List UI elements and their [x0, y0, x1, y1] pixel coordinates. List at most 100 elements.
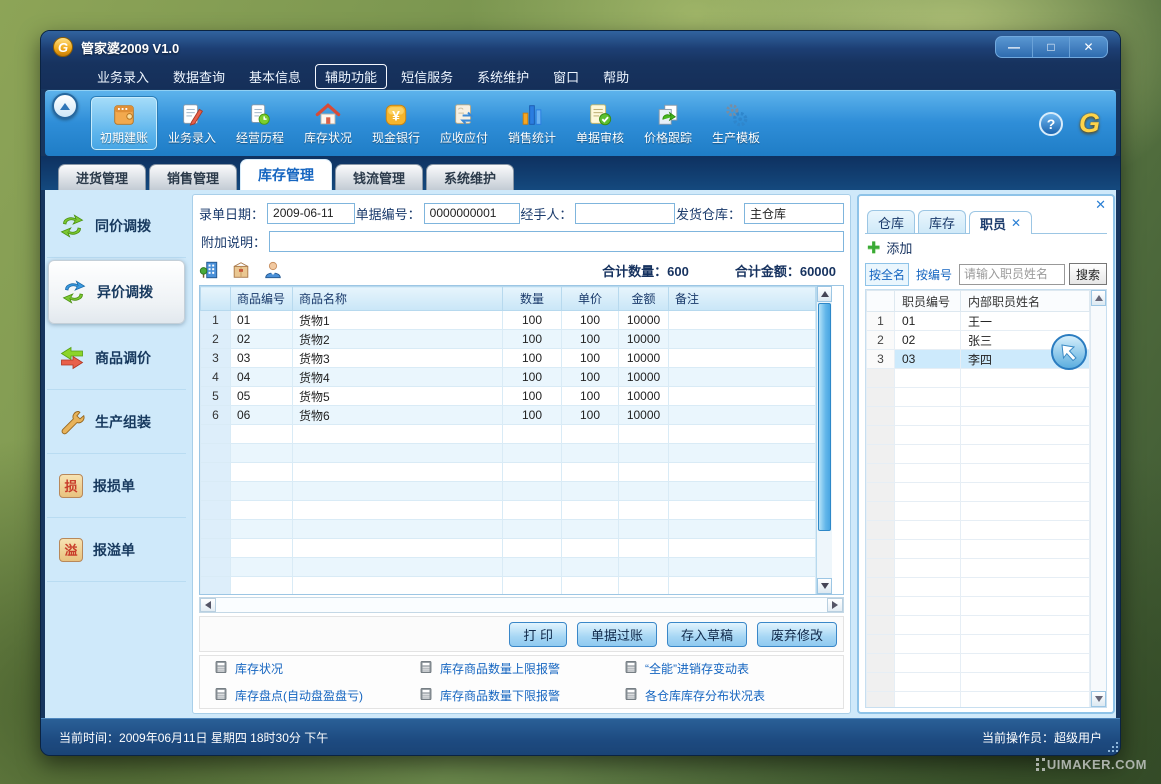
table-row[interactable]: 202货物210010010000	[201, 330, 816, 349]
menu-item-4[interactable]: 辅助功能	[315, 64, 387, 89]
field-input-handler[interactable]	[575, 203, 675, 224]
cell[interactable]: 04	[231, 368, 293, 387]
cell[interactable]: 货物4	[293, 368, 503, 387]
cell[interactable]	[669, 387, 816, 406]
print-button[interactable]: 打 印	[509, 622, 567, 647]
scroll-right-icon[interactable]	[827, 598, 843, 612]
table-row[interactable]: 606货物610010010000	[201, 406, 816, 425]
toolbar-item-doc-check[interactable]: 单据审核	[567, 97, 633, 150]
table-row[interactable]: 505货物510010010000	[201, 387, 816, 406]
toolbar-item-gears[interactable]: 生产模板	[703, 97, 769, 150]
toolbar-item-doc-pencil[interactable]: 业务录入	[159, 97, 225, 150]
maximize-button[interactable]: □	[1033, 37, 1070, 57]
toolbar-item-house[interactable]: 库存状况	[295, 97, 361, 150]
cell[interactable]: 03	[231, 349, 293, 368]
cell[interactable]: 货物6	[293, 406, 503, 425]
cell[interactable]	[669, 330, 816, 349]
table-row[interactable]: 404货物410010010000	[201, 368, 816, 387]
scroll-up-icon[interactable]	[1091, 290, 1106, 306]
cell[interactable]: 货物3	[293, 349, 503, 368]
table-row[interactable]: 101货物110010010000	[201, 311, 816, 330]
menu-item-1[interactable]: 业务录入	[87, 64, 159, 89]
minimize-button[interactable]: —	[996, 37, 1033, 57]
cell[interactable]: 06	[231, 406, 293, 425]
cell[interactable]: 100	[503, 387, 562, 406]
cell[interactable]: 10000	[619, 368, 669, 387]
search-button[interactable]: 搜索	[1069, 263, 1107, 285]
cell[interactable]: 100	[503, 349, 562, 368]
tab-4[interactable]: 钱流管理	[335, 164, 423, 190]
menu-item-3[interactable]: 基本信息	[239, 64, 311, 89]
cell[interactable]: 100	[562, 349, 619, 368]
mini-person-button[interactable]	[263, 260, 283, 280]
post-voucher-button[interactable]: 单据过账	[577, 622, 657, 647]
menu-item-6[interactable]: 系统维护	[467, 64, 539, 89]
employee-row[interactable]: 101王一	[867, 312, 1090, 331]
cell[interactable]: 02	[895, 331, 961, 350]
help-icon[interactable]: ?	[1039, 112, 1063, 136]
lookup-tab-3[interactable]: 职员✕	[969, 211, 1032, 234]
report-link-4[interactable]: 库存盘点(自动盘盈盘亏)	[214, 687, 419, 704]
tab-5[interactable]: 系统维护	[426, 164, 514, 190]
tab-1[interactable]: 进货管理	[58, 164, 146, 190]
cell[interactable]: 100	[562, 330, 619, 349]
table-row[interactable]: 303货物310010010000	[201, 349, 816, 368]
cell[interactable]: 01	[231, 311, 293, 330]
close-button[interactable]: ✕	[1070, 37, 1107, 57]
cell[interactable]	[669, 311, 816, 330]
cell[interactable]	[669, 406, 816, 425]
toolbar-item-doc-clock[interactable]: 经营历程	[227, 97, 293, 150]
toolbar-item-yen[interactable]: ¥现金银行	[363, 97, 429, 150]
cell[interactable]: 03	[895, 350, 961, 369]
sidebar-item-4[interactable]: 生产组装	[47, 390, 186, 454]
toolbar-item-doc-arrows[interactable]: 应收应付	[431, 97, 497, 150]
sidebar-item-6[interactable]: 溢报溢单	[47, 518, 186, 582]
lookup-tab-2[interactable]: 库存	[918, 210, 966, 233]
filter-by-name[interactable]: 按全名	[865, 263, 909, 286]
cell[interactable]: 100	[503, 406, 562, 425]
sidebar-item-5[interactable]: 损报损单	[47, 454, 186, 518]
sidebar-item-1[interactable]: 同价调拨	[47, 194, 186, 258]
cell[interactable]: 01	[895, 312, 961, 331]
cell[interactable]: 货物2	[293, 330, 503, 349]
scroll-down-icon[interactable]	[817, 578, 832, 594]
report-link-5[interactable]: 库存商品数量下限报警	[419, 687, 624, 704]
cell[interactable]: 货物1	[293, 311, 503, 330]
cell[interactable]: 10000	[619, 349, 669, 368]
sidebar-item-2[interactable]: 异价调拨	[48, 260, 185, 324]
discard-changes-button[interactable]: 废弃修改	[757, 622, 837, 647]
cell[interactable]: 10000	[619, 387, 669, 406]
resize-grip[interactable]	[1112, 746, 1114, 748]
scroll-down-icon[interactable]	[1091, 691, 1106, 707]
employee-search-input[interactable]	[959, 264, 1065, 285]
tab-close-icon[interactable]: ✕	[1011, 216, 1021, 230]
panel-close-icon[interactable]: ✕	[1095, 197, 1106, 213]
menu-item-8[interactable]: 帮助	[593, 64, 639, 89]
collapse-toolbar-button[interactable]	[52, 93, 78, 119]
report-link-1[interactable]: 库存状况	[214, 660, 419, 677]
toolbar-item-ledger[interactable]: 初期建账	[91, 97, 157, 150]
mini-building-button[interactable]	[199, 260, 219, 280]
scroll-up-icon[interactable]	[817, 286, 832, 302]
add-button[interactable]: ✚ 添加	[865, 234, 1107, 261]
sidebar-item-3[interactable]: 商品调价	[47, 326, 186, 390]
cell[interactable]: 02	[231, 330, 293, 349]
cell[interactable]: 10000	[619, 330, 669, 349]
field-input-order-date[interactable]	[267, 203, 355, 224]
save-draft-button[interactable]: 存入草稿	[667, 622, 747, 647]
cell[interactable]: 100	[503, 368, 562, 387]
scrollbar-thumb[interactable]	[818, 303, 831, 531]
report-link-2[interactable]: 库存商品数量上限报警	[419, 660, 624, 677]
filter-by-code[interactable]: 按编号	[913, 264, 955, 285]
cell[interactable]: 王一	[961, 312, 1090, 331]
report-link-3[interactable]: “全能”进销存变动表	[624, 660, 829, 677]
report-link-6[interactable]: 各仓库库存分布状况表	[624, 687, 829, 704]
scroll-left-icon[interactable]	[200, 598, 216, 612]
menu-item-5[interactable]: 短信服务	[391, 64, 463, 89]
menu-item-7[interactable]: 窗口	[543, 64, 589, 89]
cell[interactable]	[669, 368, 816, 387]
field-input-shipping-warehouse[interactable]	[744, 203, 844, 224]
cell[interactable]: 10000	[619, 406, 669, 425]
cell[interactable]: 100	[562, 387, 619, 406]
cell[interactable]: 100	[503, 330, 562, 349]
